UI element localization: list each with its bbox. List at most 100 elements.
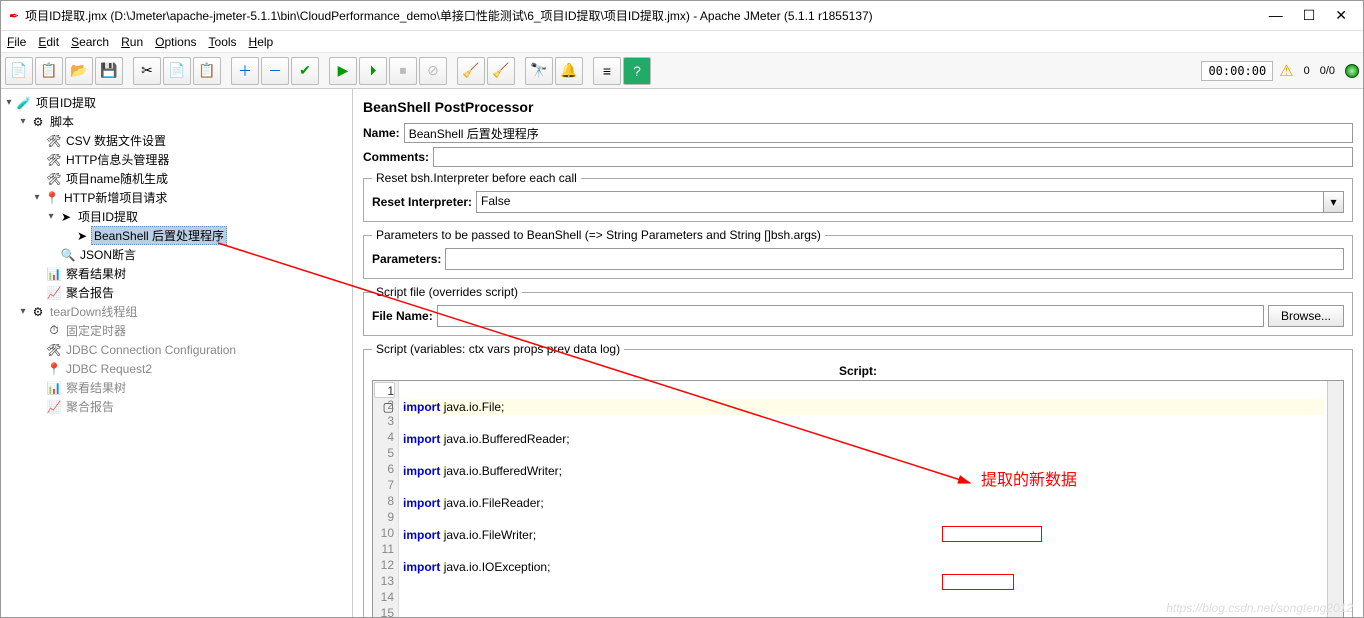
reset-select[interactable]: False <box>476 191 1324 213</box>
script-fieldset: Script (variables: ctx vars props prev d… <box>363 342 1353 617</box>
reset-fieldset: Reset bsh.Interpreter before each call R… <box>363 171 1353 222</box>
tree-json-assert[interactable]: 🔍JSON断言 <box>3 245 350 264</box>
tree-id-extract[interactable]: ▾➤项目ID提取 <box>3 207 350 226</box>
comments-input[interactable] <box>433 147 1353 167</box>
wrench-icon: 🛠 <box>45 343 63 357</box>
tree-aggregate2[interactable]: 📈聚合报告 <box>3 397 350 416</box>
menu-file[interactable]: File <box>7 35 26 49</box>
reset-legend: Reset bsh.Interpreter before each call <box>372 171 581 185</box>
templates-icon[interactable]: 📋 <box>35 57 63 85</box>
thread-count: 0/0 <box>1320 65 1335 77</box>
file-label: File Name: <box>372 309 433 323</box>
reset-search-icon[interactable]: 🔔 <box>555 57 583 85</box>
tree-http-header[interactable]: 🛠HTTP信息头管理器 <box>3 150 350 169</box>
report-icon: 📈 <box>45 286 63 300</box>
titlebar: ✒ 项目ID提取.jmx (D:\Jmeter\apache-jmeter-5.… <box>1 1 1363 31</box>
warning-count: 0 <box>1304 65 1310 77</box>
flask-icon: 🧪 <box>15 96 33 110</box>
tree-teardown[interactable]: ▾⚙tearDown线程组 <box>3 302 350 321</box>
name-input[interactable] <box>404 123 1353 143</box>
wrench-icon: 🛠 <box>45 153 63 167</box>
copy-icon[interactable]: 📄 <box>163 57 191 85</box>
menu-edit[interactable]: Edit <box>38 35 59 49</box>
maximize-button[interactable]: ☐ <box>1303 7 1316 24</box>
tree-jdbc-req[interactable]: 📍JDBC Request2 <box>3 359 350 378</box>
cut-icon[interactable]: ✂ <box>133 57 161 85</box>
menu-help[interactable]: Help <box>249 35 274 49</box>
tree-name-gen[interactable]: 🛠项目name随机生成 <box>3 169 350 188</box>
search-icon[interactable]: 🔭 <box>525 57 553 85</box>
start-no-pause-icon[interactable]: ⏵ <box>359 57 387 85</box>
tree-http-new[interactable]: ▾📍HTTP新增项目请求 <box>3 188 350 207</box>
editor-title: BeanShell PostProcessor <box>363 99 1353 115</box>
clear-icon[interactable]: 🧹 <box>457 57 485 85</box>
jmeter-icon: ✒ <box>9 9 19 23</box>
tree-csv[interactable]: 🛠CSV 数据文件设置 <box>3 131 350 150</box>
script-header: Script: <box>372 362 1344 380</box>
report-icon: 📈 <box>45 400 63 414</box>
warning-icon[interactable]: ⚠ <box>1279 61 1293 81</box>
menubar: File Edit Search Run Options Tools Help <box>1 31 1363 53</box>
dropdown-arrow-icon[interactable]: ▾ <box>1324 191 1344 213</box>
toolbar: 📄 📋 📂 💾 ✂ 📄 📋 ＋ － ✔ ▶ ⏵ ⏹ ⊘ 🧹 🧹 🔭 🔔 ≡ ? … <box>1 53 1363 89</box>
collapse-icon[interactable]: － <box>261 57 289 85</box>
script-legend: Script (variables: ctx vars props prev d… <box>372 342 624 356</box>
pipette-icon: 📍 <box>43 191 61 205</box>
gear-icon: ⚙ <box>29 115 47 129</box>
params-input[interactable] <box>445 248 1344 270</box>
tree-aggregate[interactable]: 📈聚合报告 <box>3 283 350 302</box>
vertical-scrollbar[interactable] <box>1327 381 1343 617</box>
tree-view-results[interactable]: 📊察看结果树 <box>3 264 350 283</box>
name-label: Name: <box>363 126 400 140</box>
start-icon[interactable]: ▶ <box>329 57 357 85</box>
magnifier-icon: 🔍 <box>59 248 77 262</box>
elapsed-timer: 00:00:00 <box>1201 61 1273 81</box>
status-indicator-icon <box>1345 64 1359 78</box>
shutdown-icon[interactable]: ⊘ <box>419 57 447 85</box>
menu-tools[interactable]: Tools <box>209 35 237 49</box>
clock-icon: ⏱ <box>45 323 63 338</box>
browse-button[interactable]: Browse... <box>1268 305 1344 327</box>
tree-jdbc-conn[interactable]: 🛠JDBC Connection Configuration <box>3 340 350 359</box>
window-title: 项目ID提取.jmx (D:\Jmeter\apache-jmeter-5.1.… <box>25 7 1269 24</box>
new-icon[interactable]: 📄 <box>5 57 33 85</box>
save-icon[interactable]: 💾 <box>95 57 123 85</box>
wrench-icon: 🛠 <box>45 134 63 148</box>
menu-run[interactable]: Run <box>121 35 143 49</box>
comments-label: Comments: <box>363 150 429 164</box>
tree-script[interactable]: ▾⚙脚本 <box>3 112 350 131</box>
help-icon[interactable]: ? <box>623 57 651 85</box>
stop-icon[interactable]: ⏹ <box>389 57 417 85</box>
close-button[interactable]: ✕ <box>1335 7 1347 24</box>
params-label: Parameters: <box>372 252 441 266</box>
tree-view-results2[interactable]: 📊察看结果树 <box>3 378 350 397</box>
script-editor[interactable]: import java.io.File; import java.io.Buff… <box>399 381 1327 617</box>
open-icon[interactable]: 📂 <box>65 57 93 85</box>
paste-icon[interactable]: 📋 <box>193 57 221 85</box>
tree-beanshell[interactable]: ➤BeanShell 后置处理程序 <box>3 226 350 245</box>
editor-panel: BeanShell PostProcessor Name: Comments: … <box>353 89 1363 617</box>
params-legend: Parameters to be passed to BeanShell (=>… <box>372 228 825 242</box>
tree-timer[interactable]: ⏱固定定时器 <box>3 321 350 340</box>
tree-root[interactable]: ▾🧪项目ID提取 <box>3 93 350 112</box>
menu-search[interactable]: Search <box>71 35 109 49</box>
menu-options[interactable]: Options <box>155 35 196 49</box>
minimize-button[interactable]: — <box>1269 7 1283 24</box>
clear-all-icon[interactable]: 🧹 <box>487 57 515 85</box>
line-gutter: 1 ▢23456789101112131415 <box>373 381 399 617</box>
wrench-icon: 🛠 <box>45 172 63 186</box>
gear-icon: ⚙ <box>29 305 47 319</box>
scriptfile-fieldset: Script file (overrides script) File Name… <box>363 285 1353 336</box>
function-helper-icon[interactable]: ≡ <box>593 57 621 85</box>
results-icon: 📊 <box>45 381 63 395</box>
filename-input[interactable] <box>437 305 1264 327</box>
pipette-icon: 📍 <box>45 362 63 376</box>
arrow-icon: ➤ <box>57 210 75 224</box>
file-legend: Script file (overrides script) <box>372 285 522 299</box>
results-icon: 📊 <box>45 267 63 281</box>
params-fieldset: Parameters to be passed to BeanShell (=>… <box>363 228 1353 279</box>
toggle-icon[interactable]: ✔ <box>291 57 319 85</box>
reset-label: Reset Interpreter: <box>372 195 472 209</box>
expand-icon[interactable]: ＋ <box>231 57 259 85</box>
test-plan-tree[interactable]: ▾🧪项目ID提取 ▾⚙脚本 🛠CSV 数据文件设置 🛠HTTP信息头管理器 🛠项… <box>1 89 353 617</box>
